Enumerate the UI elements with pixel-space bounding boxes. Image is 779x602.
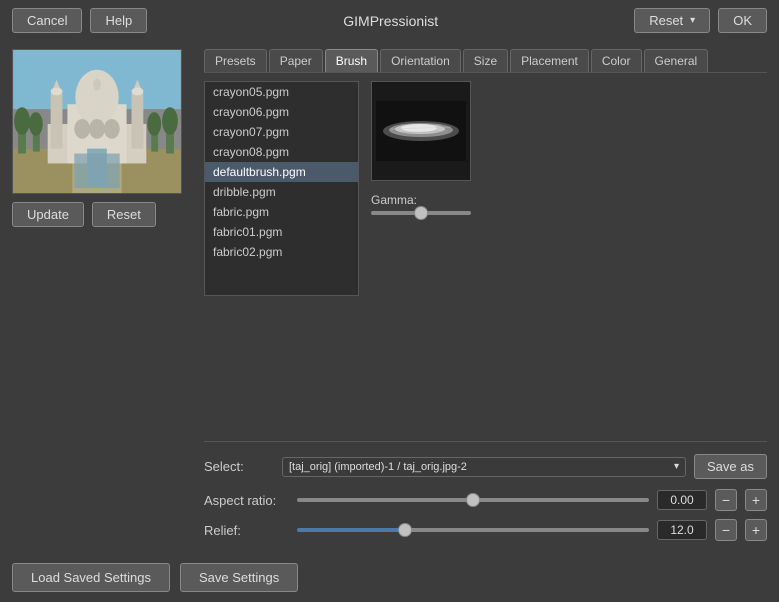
- relief-label: Relief:: [204, 523, 289, 538]
- relief-decrement-button[interactable]: −: [715, 519, 737, 541]
- main-window: Cancel Help GIMPressionist Reset ▾ OK: [0, 0, 779, 602]
- title-bar-left: Cancel Help: [12, 8, 147, 33]
- list-item[interactable]: crayon05.pgm: [205, 82, 358, 102]
- select-value: [taj_orig] (imported)-1 / taj_orig.jpg-2: [289, 461, 467, 473]
- aspect-ratio-increment-button[interactable]: +: [745, 489, 767, 511]
- list-item[interactable]: crayon07.pgm: [205, 122, 358, 142]
- tab-brush[interactable]: Brush: [325, 49, 378, 72]
- chevron-down-icon: ▾: [674, 461, 679, 472]
- tabs-bar: Presets Paper Brush Orientation Size Pla…: [204, 49, 767, 73]
- title-bar-right: Reset ▾ OK: [634, 8, 767, 33]
- tab-size[interactable]: Size: [463, 49, 508, 72]
- ok-button[interactable]: OK: [718, 8, 767, 33]
- gamma-slider[interactable]: [371, 211, 471, 215]
- tab-general[interactable]: General: [644, 49, 709, 72]
- brush-list-container: crayon05.pgm crayon06.pgm crayon07.pgm c…: [204, 81, 359, 431]
- left-panel: Update Reset: [12, 49, 192, 545]
- select-label: Select:: [204, 459, 274, 474]
- select-dropdown[interactable]: [taj_orig] (imported)-1 / taj_orig.jpg-2…: [282, 457, 686, 477]
- aspect-ratio-row: Aspect ratio: 0.00 − +: [204, 485, 767, 515]
- brush-preview-image: [371, 81, 471, 181]
- relief-row: Relief: 12.0 − +: [204, 515, 767, 545]
- tab-presets[interactable]: Presets: [204, 49, 267, 72]
- list-item[interactable]: crayon06.pgm: [205, 102, 358, 122]
- brush-stroke-svg: [376, 101, 466, 161]
- list-item[interactable]: fabric.pgm: [205, 202, 358, 222]
- brush-list[interactable]: crayon05.pgm crayon06.pgm crayon07.pgm c…: [204, 81, 359, 296]
- list-item[interactable]: defaultbrush.pgm: [205, 162, 358, 182]
- brush-preview-area: Gamma:: [371, 81, 767, 431]
- relief-value: 12.0: [657, 520, 707, 540]
- tab-orientation[interactable]: Orientation: [380, 49, 461, 72]
- gamma-row: Gamma:: [371, 193, 767, 215]
- list-item[interactable]: fabric02.pgm: [205, 242, 358, 262]
- title-bar: Cancel Help GIMPressionist Reset ▾ OK: [0, 0, 779, 41]
- preview-image: [12, 49, 182, 194]
- chevron-down-icon: ▾: [690, 15, 695, 26]
- preview-svg: [13, 50, 181, 193]
- save-as-button[interactable]: Save as: [694, 454, 767, 479]
- left-buttons: Update Reset: [12, 202, 192, 227]
- reset-button[interactable]: Reset ▾: [634, 8, 710, 33]
- aspect-ratio-slider[interactable]: [297, 498, 649, 502]
- brush-tab-content: crayon05.pgm crayon06.pgm crayon07.pgm c…: [204, 81, 767, 431]
- list-item[interactable]: crayon08.pgm: [205, 142, 358, 162]
- help-button[interactable]: Help: [90, 8, 147, 33]
- load-saved-settings-button[interactable]: Load Saved Settings: [12, 563, 170, 592]
- tab-paper[interactable]: Paper: [269, 49, 323, 72]
- left-reset-button[interactable]: Reset: [92, 202, 156, 227]
- params-section: Select: [taj_orig] (imported)-1 / taj_or…: [204, 431, 767, 545]
- tab-placement[interactable]: Placement: [510, 49, 589, 72]
- tab-color[interactable]: Color: [591, 49, 642, 72]
- aspect-ratio-decrement-button[interactable]: −: [715, 489, 737, 511]
- relief-slider[interactable]: [297, 528, 649, 532]
- window-title: GIMPressionist: [343, 13, 438, 29]
- relief-increment-button[interactable]: +: [745, 519, 767, 541]
- save-settings-button[interactable]: Save Settings: [180, 563, 298, 592]
- list-item[interactable]: dribble.pgm: [205, 182, 358, 202]
- gamma-slider-container: [371, 211, 767, 215]
- cancel-button[interactable]: Cancel: [12, 8, 82, 33]
- aspect-ratio-value: 0.00: [657, 490, 707, 510]
- content-area: Update Reset Presets Paper Brush Orienta…: [0, 41, 779, 553]
- list-item[interactable]: fabric01.pgm: [205, 222, 358, 242]
- select-row: Select: [taj_orig] (imported)-1 / taj_or…: [204, 448, 767, 485]
- right-panel: Presets Paper Brush Orientation Size Pla…: [204, 49, 767, 545]
- update-button[interactable]: Update: [12, 202, 84, 227]
- aspect-ratio-label: Aspect ratio:: [204, 493, 289, 508]
- bottom-bar: Load Saved Settings Save Settings: [0, 553, 779, 602]
- divider: [204, 441, 767, 442]
- gamma-label: Gamma:: [371, 193, 767, 207]
